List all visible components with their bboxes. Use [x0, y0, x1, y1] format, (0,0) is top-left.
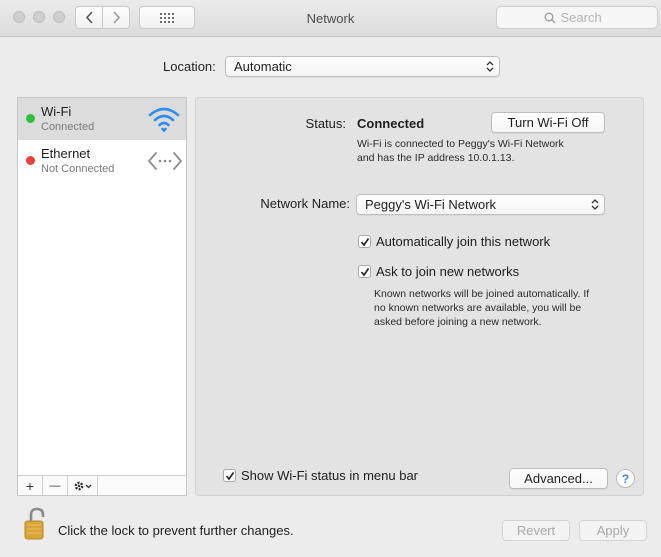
service-list-toolbar: + — — [18, 475, 186, 495]
service-item-wifi[interactable]: Wi-Fi Connected — [18, 98, 186, 140]
remove-service-button[interactable]: — — [43, 476, 68, 495]
checkmark-icon — [225, 471, 234, 480]
lock-message: Click the lock to prevent further change… — [58, 523, 294, 538]
revert-button[interactable]: Revert — [502, 520, 570, 541]
network-name-label: Network Name: — [260, 196, 350, 211]
show-status-row: Show Wi-Fi status in menu bar — [223, 468, 418, 483]
service-status: Connected — [41, 121, 95, 133]
search-input[interactable] — [560, 10, 611, 25]
status-dot-green — [26, 114, 35, 123]
checkmark-icon — [360, 237, 369, 246]
location-value: Automatic — [234, 59, 292, 74]
service-name: Wi-Fi — [41, 104, 72, 119]
network-name-popup[interactable]: Peggy's Wi-Fi Network — [356, 194, 605, 215]
status-description: Wi-Fi is connected to Peggy's Wi-Fi Netw… — [357, 138, 564, 164]
add-service-button[interactable]: + — [18, 476, 43, 495]
status-value: Connected — [357, 116, 425, 131]
unlocked-padlock-icon[interactable] — [22, 507, 48, 541]
location-label: Location: — [163, 59, 216, 74]
service-actions-button[interactable] — [68, 476, 98, 495]
checkmark-icon — [360, 267, 369, 276]
service-status: Not Connected — [41, 163, 115, 175]
status-label: Status: — [305, 116, 346, 131]
status-dot-red — [26, 156, 35, 165]
auto-join-label: Automatically join this network — [376, 234, 551, 249]
turn-wifi-off-button[interactable]: Turn Wi-Fi Off — [491, 112, 605, 133]
detail-panel: Status: Connected Turn Wi-Fi Off Wi-Fi i… — [195, 97, 644, 496]
ethernet-icon — [148, 152, 182, 170]
ask-join-description: Known networks will be joined automatica… — [374, 288, 590, 328]
wifi-icon — [148, 107, 180, 132]
ask-join-checkbox[interactable] — [358, 265, 371, 278]
popup-arrows-icon — [486, 61, 494, 72]
advanced-button[interactable]: Advanced... — [509, 468, 608, 489]
service-item-ethernet[interactable]: Ethernet Not Connected — [18, 140, 186, 182]
show-status-checkbox[interactable] — [223, 469, 236, 482]
gear-icon — [74, 481, 91, 490]
search-icon — [544, 12, 555, 23]
ask-join-row: Ask to join new networks — [358, 264, 519, 279]
search-field[interactable] — [496, 6, 658, 29]
auto-join-checkbox[interactable] — [358, 235, 371, 248]
service-list: Wi-Fi Connected Ethernet Not Connected +… — [17, 97, 187, 496]
help-button[interactable]: ? — [616, 469, 635, 488]
title-bar: Network — [0, 0, 661, 37]
apply-button[interactable]: Apply — [579, 520, 647, 541]
show-status-label: Show Wi-Fi status in menu bar — [241, 468, 419, 483]
network-name-value: Peggy's Wi-Fi Network — [365, 197, 497, 212]
location-popup[interactable]: Automatic — [225, 56, 500, 77]
ask-join-label: Ask to join new networks — [376, 264, 520, 279]
auto-join-row: Automatically join this network — [358, 234, 550, 249]
service-name: Ethernet — [41, 146, 91, 161]
popup-arrows-icon — [591, 199, 599, 210]
